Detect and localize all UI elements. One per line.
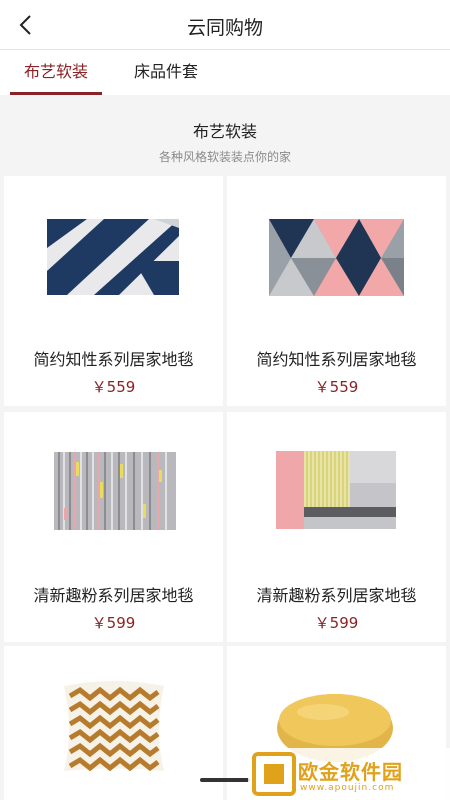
home-indicator[interactable] bbox=[200, 778, 250, 782]
tab-label: 布艺软装 bbox=[23, 62, 88, 81]
navy-white-geometric-rug-image bbox=[47, 219, 179, 295]
product-price: ￥599 bbox=[314, 614, 359, 632]
watermark-url: www.apoujin.com bbox=[300, 783, 395, 793]
chevron-cushion-image bbox=[64, 681, 164, 772]
section-header: 布艺软装 各种风格软装装点你的家 bbox=[0, 108, 450, 165]
product-card[interactable]: 清新趣粉系列居家地毯 ￥599 bbox=[4, 412, 223, 642]
product-card[interactable]: 简约知性系列居家地毯 ￥559 bbox=[4, 176, 223, 406]
pink-gray-yellow-block-rug-image bbox=[276, 451, 396, 529]
tab-active-indicator bbox=[10, 92, 102, 95]
section-subtitle: 各种风格软装装点你的家 bbox=[158, 150, 291, 164]
category-tabs: 布艺软装 床品件套 bbox=[0, 50, 450, 95]
watermark-text: 欧金软件园 bbox=[298, 760, 403, 784]
striped-gray-rug-image bbox=[54, 452, 176, 530]
section-title: 布艺软装 bbox=[192, 122, 257, 141]
product-price: ￥559 bbox=[314, 378, 359, 396]
tab-label: 床品件套 bbox=[133, 62, 198, 81]
tab-bedding[interactable]: 床品件套 bbox=[120, 50, 212, 95]
product-name: 清新趣粉系列居家地毯 bbox=[33, 586, 194, 605]
page-title: 云同购物 bbox=[186, 17, 263, 39]
product-price: ￥559 bbox=[91, 378, 136, 396]
pink-gray-triangle-rug-image bbox=[269, 219, 404, 296]
tab-fabric-decor[interactable]: 布艺软装 bbox=[10, 50, 102, 95]
product-name: 简约知性系列居家地毯 bbox=[256, 350, 417, 369]
product-card[interactable]: 简约知性系列居家地毯 ￥559 bbox=[227, 176, 446, 406]
product-price: ￥599 bbox=[91, 614, 136, 632]
product-name: 清新趣粉系列居家地毯 bbox=[256, 586, 417, 605]
product-card[interactable]: 清新趣粉系列居家地毯 ￥599 bbox=[227, 412, 446, 642]
product-card[interactable] bbox=[4, 646, 223, 800]
nav-bar: 云同购物 bbox=[0, 0, 450, 50]
product-name: 简约知性系列居家地毯 bbox=[33, 350, 194, 369]
